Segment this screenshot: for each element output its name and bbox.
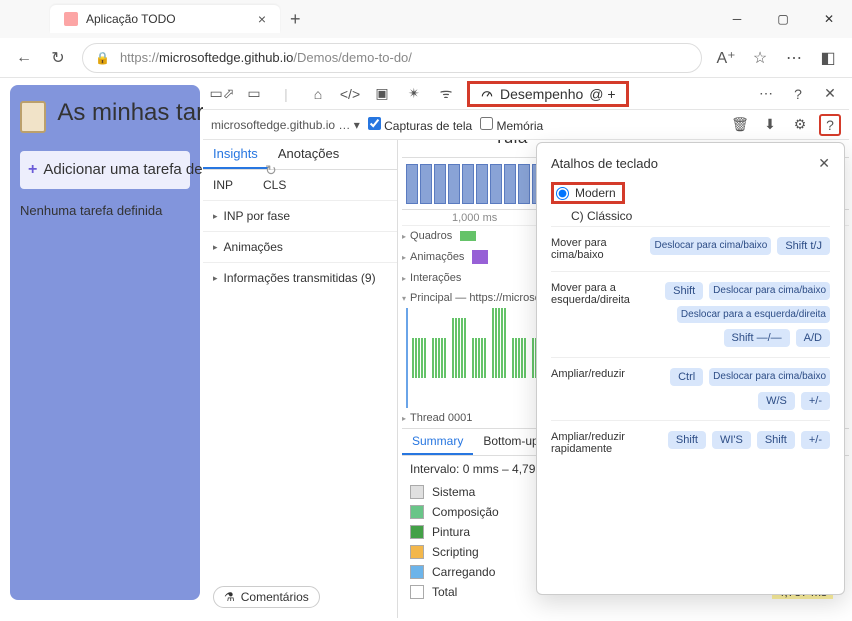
key-badge: W/S [758, 392, 795, 410]
shortcut-label: Mover para a esquerda/direita [551, 282, 642, 306]
device-icon[interactable]: ▭ [243, 83, 265, 105]
close-window-button[interactable]: ✕ [806, 0, 852, 38]
popup-title: Atalhos de teclado [551, 156, 658, 171]
shortcut-label: Mover para cima/baixo [551, 237, 642, 261]
shortcut-section: Ampliar/reduzir rapidamente Shift WI'S Shif… [551, 420, 830, 465]
preset-classic[interactable]: C) Clássico [551, 206, 830, 226]
plus-icon: + [28, 161, 37, 178]
gauge-icon [480, 87, 494, 101]
insights-sidebar: Insights Anotações INP ↻ CLS INP por fas… [203, 140, 398, 618]
clipboard-icon [20, 101, 46, 133]
address-bar-row: ← ↻ 🔒 https://microsoftedge.github.io/De… [0, 38, 852, 78]
reader-icon[interactable]: A⁺ [716, 48, 736, 68]
more-tools-icon[interactable]: ⋯ [755, 83, 777, 105]
key-badge: Deslocar para cima/baixo [650, 237, 771, 255]
tab-title: Aplicação TODO [86, 12, 250, 26]
refresh-icon[interactable]: ↻ [265, 162, 277, 179]
browser-tab[interactable]: Aplicação TODO × [50, 5, 280, 33]
metric-inp: INP [213, 178, 233, 192]
performance-toolbar: microsoftedge.github.io … ▾ Capturas de … [203, 110, 849, 140]
elements-icon[interactable]: </> [339, 83, 361, 105]
minimize-button[interactable]: ─ [714, 0, 760, 38]
more-icon[interactable]: ⋯ [784, 48, 804, 68]
home-icon[interactable]: ⌂ [307, 83, 329, 105]
comments-button[interactable]: ⚗ Comentários [213, 586, 320, 608]
lock-icon: 🔒 [95, 51, 110, 65]
add-task-input[interactable]: +Adicionar uma tarefa de 16 mm [20, 151, 190, 189]
tab-performance[interactable]: Desempenho @ + [467, 81, 629, 107]
tab-annotations[interactable]: Anotações [268, 140, 349, 169]
back-button[interactable]: ← [14, 48, 34, 68]
url-text: https://microsoftedge.github.io/Demos/de… [120, 50, 412, 65]
window-controls: ─ ▢ ✕ [714, 0, 852, 38]
preset-modern-radio[interactable] [556, 187, 569, 200]
url-bar[interactable]: 🔒 https://microsoftedge.github.io/Demos/… [82, 43, 702, 73]
insight-transmitted[interactable]: Informações transmitidas (9) [203, 262, 397, 293]
window-titlebar: Aplicação TODO × + ─ ▢ ✕ [0, 0, 852, 38]
tab-insights[interactable]: Insights [203, 140, 268, 169]
sources-icon[interactable]: ✴ [403, 83, 425, 105]
favorite-icon[interactable]: ☆ [750, 48, 770, 68]
sidebar-icon[interactable]: ◧ [818, 48, 838, 68]
devtools-toolbar: ▭⬀ ▭ | ⌂ </> ▣ ✴ ᯤ Desempenho @ + ⋯ ? ✕ [203, 78, 849, 110]
close-devtools-icon[interactable]: ✕ [819, 83, 841, 105]
metric-cls: CLS [263, 178, 286, 192]
insight-inp-phase[interactable]: INP por fase [203, 200, 397, 231]
insights-tabs: Insights Anotações [203, 140, 397, 170]
metrics-row: INP ↻ CLS [203, 170, 397, 200]
key-badge: Deslocar para a esquerda/direita [677, 306, 830, 323]
shortcut-section: Mover para a esquerda/direita Shift Desloc… [551, 271, 830, 357]
shortcuts-help-button[interactable]: ? [819, 114, 841, 136]
key-badge: Deslocar para cima/baixo [709, 368, 830, 386]
todo-app: As minhas tarefas +Adicionar uma tarefa … [10, 85, 200, 600]
new-tab-button[interactable]: + [290, 9, 301, 30]
shortcuts-popup: Atalhos de teclado ✕ Modern C) Clássico … [536, 142, 845, 595]
flask-icon: ⚗ [224, 590, 235, 604]
key-badge: +/- [801, 431, 830, 449]
key-badge: A/D [796, 329, 830, 347]
favicon-icon [64, 12, 78, 26]
insight-animations[interactable]: Animações [203, 231, 397, 262]
console-icon[interactable]: ▣ [371, 83, 393, 105]
maximize-button[interactable]: ▢ [760, 0, 806, 38]
key-badge: Shift —/— [724, 329, 790, 347]
refresh-button[interactable]: ↻ [48, 48, 68, 68]
delete-icon[interactable]: 🗑 [729, 114, 751, 136]
network-icon[interactable]: ᯤ [435, 83, 457, 105]
tufa-label: Tufa [494, 140, 527, 148]
tab-close-icon[interactable]: × [258, 11, 266, 27]
key-badge: Ctrl [670, 368, 703, 386]
empty-state: Nenhuma tarefa definida [20, 203, 190, 218]
preset-modern[interactable]: Modern [551, 182, 625, 204]
shortcut-label: Ampliar/reduzir rapidamente [551, 431, 660, 455]
popup-close-button[interactable]: ✕ [818, 155, 830, 172]
key-badge: WI'S [712, 431, 751, 449]
shortcut-label: Ampliar/reduzir [551, 368, 642, 380]
shortcut-section: Ampliar/reduzir Ctrl Deslocar para cima/ba… [551, 357, 830, 420]
memory-toggle[interactable]: Memória [480, 117, 543, 133]
key-badge: +/- [801, 392, 830, 410]
key-badge: Shift [668, 431, 706, 449]
download-icon[interactable]: ⬇ [759, 114, 781, 136]
key-badge: Shift t/J [777, 237, 830, 255]
key-badge: Deslocar para cima/baixo [709, 282, 830, 300]
screenshots-toggle[interactable]: Capturas de tela [368, 117, 472, 133]
key-badge: Shift [757, 431, 795, 449]
help-icon[interactable]: ? [787, 83, 809, 105]
inspect-icon[interactable]: ▭⬀ [211, 83, 233, 105]
settings-icon[interactable]: ⚙ [789, 114, 811, 136]
tab-summary[interactable]: Summary [402, 429, 473, 455]
key-badge: Shift [665, 282, 703, 300]
shortcut-section: Mover para cima/baixo Deslocar para cima/… [551, 226, 830, 271]
origin-label[interactable]: microsoftedge.github.io … ▾ [211, 118, 360, 132]
